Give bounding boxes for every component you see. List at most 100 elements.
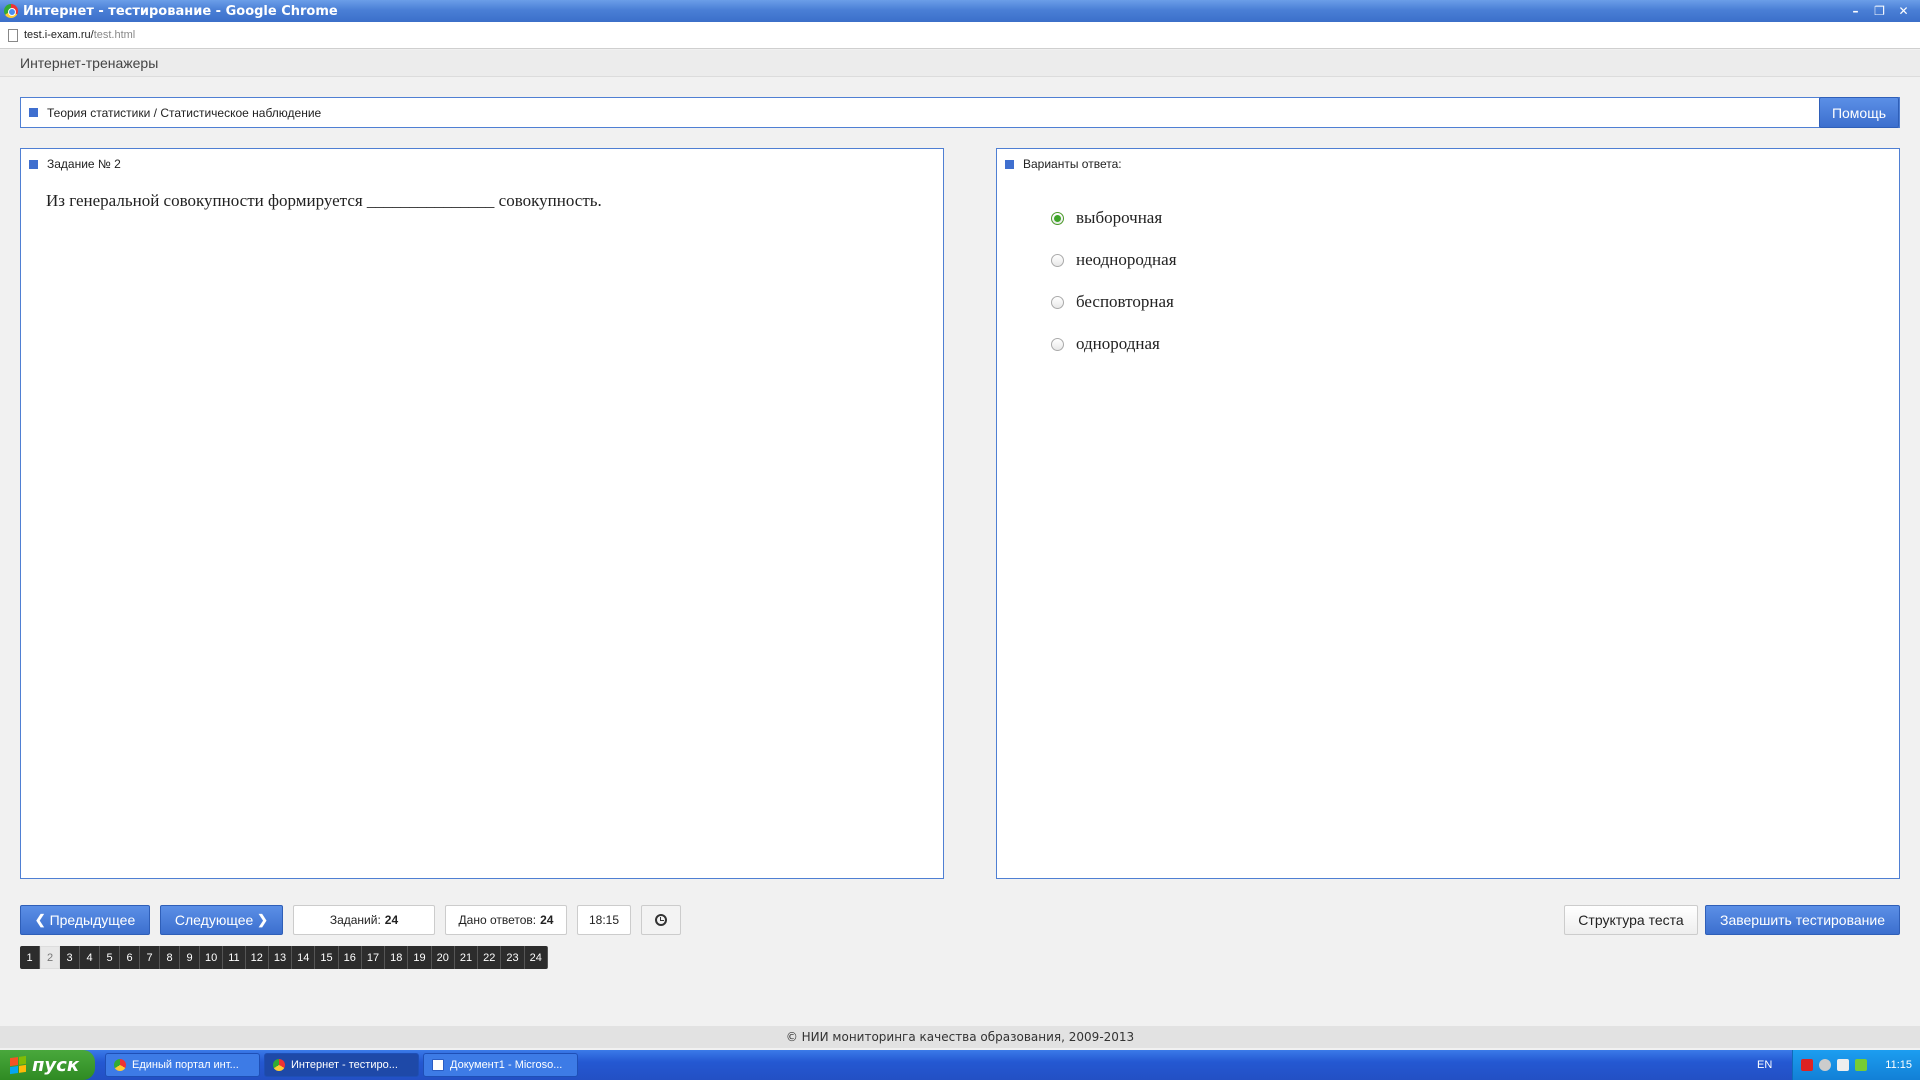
page-button-9[interactable]: 9 (180, 946, 200, 969)
question-text: Из генеральной совокупности формируется … (46, 191, 602, 210)
nvidia-icon[interactable] (1855, 1059, 1867, 1071)
page-button-16[interactable]: 16 (338, 946, 362, 969)
finish-test-button[interactable]: Завершить тестирование (1705, 905, 1900, 935)
page-button-15[interactable]: 15 (315, 946, 339, 969)
answers-count: Дано ответов: 24 (445, 905, 567, 935)
taskbar-items: Единый портал инт... Интернет - тестиро.… (105, 1053, 578, 1077)
chrome-icon (273, 1059, 285, 1071)
help-button[interactable]: Помощь (1819, 97, 1899, 128)
test-structure-button[interactable]: Структура теста (1564, 905, 1698, 935)
task-heading-row: Задание № 2 (29, 157, 121, 171)
page-button-8[interactable]: 8 (160, 946, 180, 969)
question-pagination: 1 2 3 4 5 6 7 8 9 10 11 12 13 14 15 16 17 18 19 20 21 22 23 24 (20, 946, 548, 969)
taskbar-item-portal[interactable]: Единый портал инт... (105, 1053, 260, 1077)
page-icon (8, 28, 18, 42)
clock-icon (655, 914, 667, 926)
taskbar-item-document[interactable]: Документ1 - Microso... (423, 1053, 578, 1077)
answer-option-3[interactable]: бесповторная (1051, 281, 1177, 323)
chevron-right-icon: ❯ (257, 912, 269, 927)
windows-logo-icon (10, 1055, 26, 1075)
page-button-23[interactable]: 23 (501, 946, 525, 969)
antivirus-icon[interactable] (1801, 1059, 1813, 1071)
radio-icon[interactable] (1051, 337, 1064, 351)
answer-option-1[interactable]: выборочная (1051, 197, 1177, 239)
network-icon[interactable] (1819, 1059, 1831, 1071)
next-label: Следующее (174, 912, 254, 928)
page-button-2[interactable]: 2 (40, 946, 60, 969)
prev-label: Предыдущее (49, 912, 136, 928)
page-button-20[interactable]: 20 (431, 946, 455, 969)
navigation-controls: ❮ Предыдущее Следующее ❯ Заданий: 24 Дан… (20, 905, 681, 935)
page-button-12[interactable]: 12 (245, 946, 269, 969)
url-host: test.i-exam.ru/ (24, 29, 94, 41)
page-button-14[interactable]: 14 (292, 946, 316, 969)
task-panel: Задание № 2 Из генеральной совокупности … (20, 148, 944, 879)
page-button-19[interactable]: 19 (408, 946, 432, 969)
volume-icon[interactable] (1837, 1059, 1849, 1071)
taskbar-item-label: Единый портал инт... (132, 1059, 239, 1071)
answers-label: Дано ответов: (458, 913, 537, 927)
footer: © НИИ мониторинга качества образования, … (0, 1026, 1920, 1048)
page-button-3[interactable]: 3 (60, 946, 80, 969)
page-button-10[interactable]: 10 (200, 946, 224, 969)
breadcrumb-text: Теория статистики / Статистическое наблю… (47, 105, 322, 120)
page-button-18[interactable]: 18 (385, 946, 409, 969)
page-button-21[interactable]: 21 (454, 946, 479, 969)
page-button-6[interactable]: 6 (120, 946, 140, 969)
chrome-icon (114, 1059, 126, 1071)
tasks-label: Заданий: (329, 913, 381, 927)
task-heading: Задание № 2 (47, 157, 121, 171)
page-button-4[interactable]: 4 (80, 946, 100, 969)
tray-clock: 11:15 (1885, 1059, 1912, 1071)
answers-panel: Варианты ответа: выборочная неоднородная… (996, 148, 1900, 879)
answer-label: выборочная (1076, 208, 1163, 227)
answers-heading-row: Варианты ответа: (1005, 157, 1122, 171)
radio-icon[interactable] (1051, 253, 1064, 267)
page-button-7[interactable]: 7 (140, 946, 160, 969)
answer-option-4[interactable]: однородная (1051, 323, 1177, 365)
tasks-count: Заданий: 24 (293, 905, 435, 935)
answer-option-2[interactable]: неоднородная (1051, 239, 1177, 281)
answer-options: выборочная неоднородная бесповторная одн… (1051, 197, 1177, 365)
page-button-1[interactable]: 1 (20, 946, 40, 969)
minimize-icon[interactable]: – (1845, 2, 1866, 19)
test-actions: Структура теста Завершить тестирование (1564, 905, 1900, 935)
page-button-17[interactable]: 17 (361, 946, 386, 969)
answer-label: бесповторная (1076, 292, 1174, 311)
answers-heading: Варианты ответа: (1023, 157, 1122, 171)
prev-button[interactable]: ❮ Предыдущее (20, 905, 150, 935)
radio-selected-icon[interactable] (1051, 211, 1064, 225)
start-label: пуск (32, 1054, 80, 1076)
radio-icon[interactable] (1051, 295, 1064, 309)
url-path: test.html (93, 29, 136, 41)
answer-label: неоднородная (1076, 250, 1177, 269)
square-bullet-icon (29, 108, 38, 117)
page-button-22[interactable]: 22 (478, 946, 502, 969)
taskbar-item-testing[interactable]: Интернет - тестиро... (264, 1053, 419, 1077)
system-tray: 11:15 (1792, 1050, 1920, 1080)
window-controls: – ❐ ✕ (1845, 2, 1914, 19)
page-button-13[interactable]: 13 (268, 946, 293, 969)
taskbar-item-label: Интернет - тестиро... (291, 1059, 398, 1071)
word-doc-icon (432, 1059, 444, 1071)
answers-value: 24 (540, 913, 554, 927)
app-title: Интернет-тренажеры (20, 55, 159, 71)
restore-icon[interactable]: ❐ (1869, 2, 1890, 19)
answer-label: однородная (1076, 334, 1160, 353)
tasks-value: 24 (384, 913, 399, 927)
chrome-icon (4, 4, 18, 18)
breadcrumb: Теория статистики / Статистическое наблю… (20, 97, 1900, 128)
language-indicator[interactable]: EN (1757, 1050, 1772, 1080)
close-icon[interactable]: ✕ (1893, 2, 1914, 19)
page-button-5[interactable]: 5 (100, 946, 120, 969)
start-button[interactable]: пуск (0, 1050, 95, 1080)
timer-toggle-button[interactable] (641, 905, 681, 935)
address-bar[interactable]: test.i-exam.ru/ test.html (0, 22, 1920, 49)
square-bullet-icon (29, 159, 38, 169)
page-button-11[interactable]: 11 (223, 946, 246, 969)
taskbar-item-label: Документ1 - Microso... (450, 1059, 563, 1071)
page-button-24[interactable]: 24 (524, 946, 548, 969)
taskbar: пуск Единый портал инт... Интернет - тес… (0, 1050, 1920, 1080)
copyright-text: © НИИ мониторинга качества образования, … (785, 1030, 1135, 1044)
next-button[interactable]: Следующее ❯ (160, 905, 283, 935)
